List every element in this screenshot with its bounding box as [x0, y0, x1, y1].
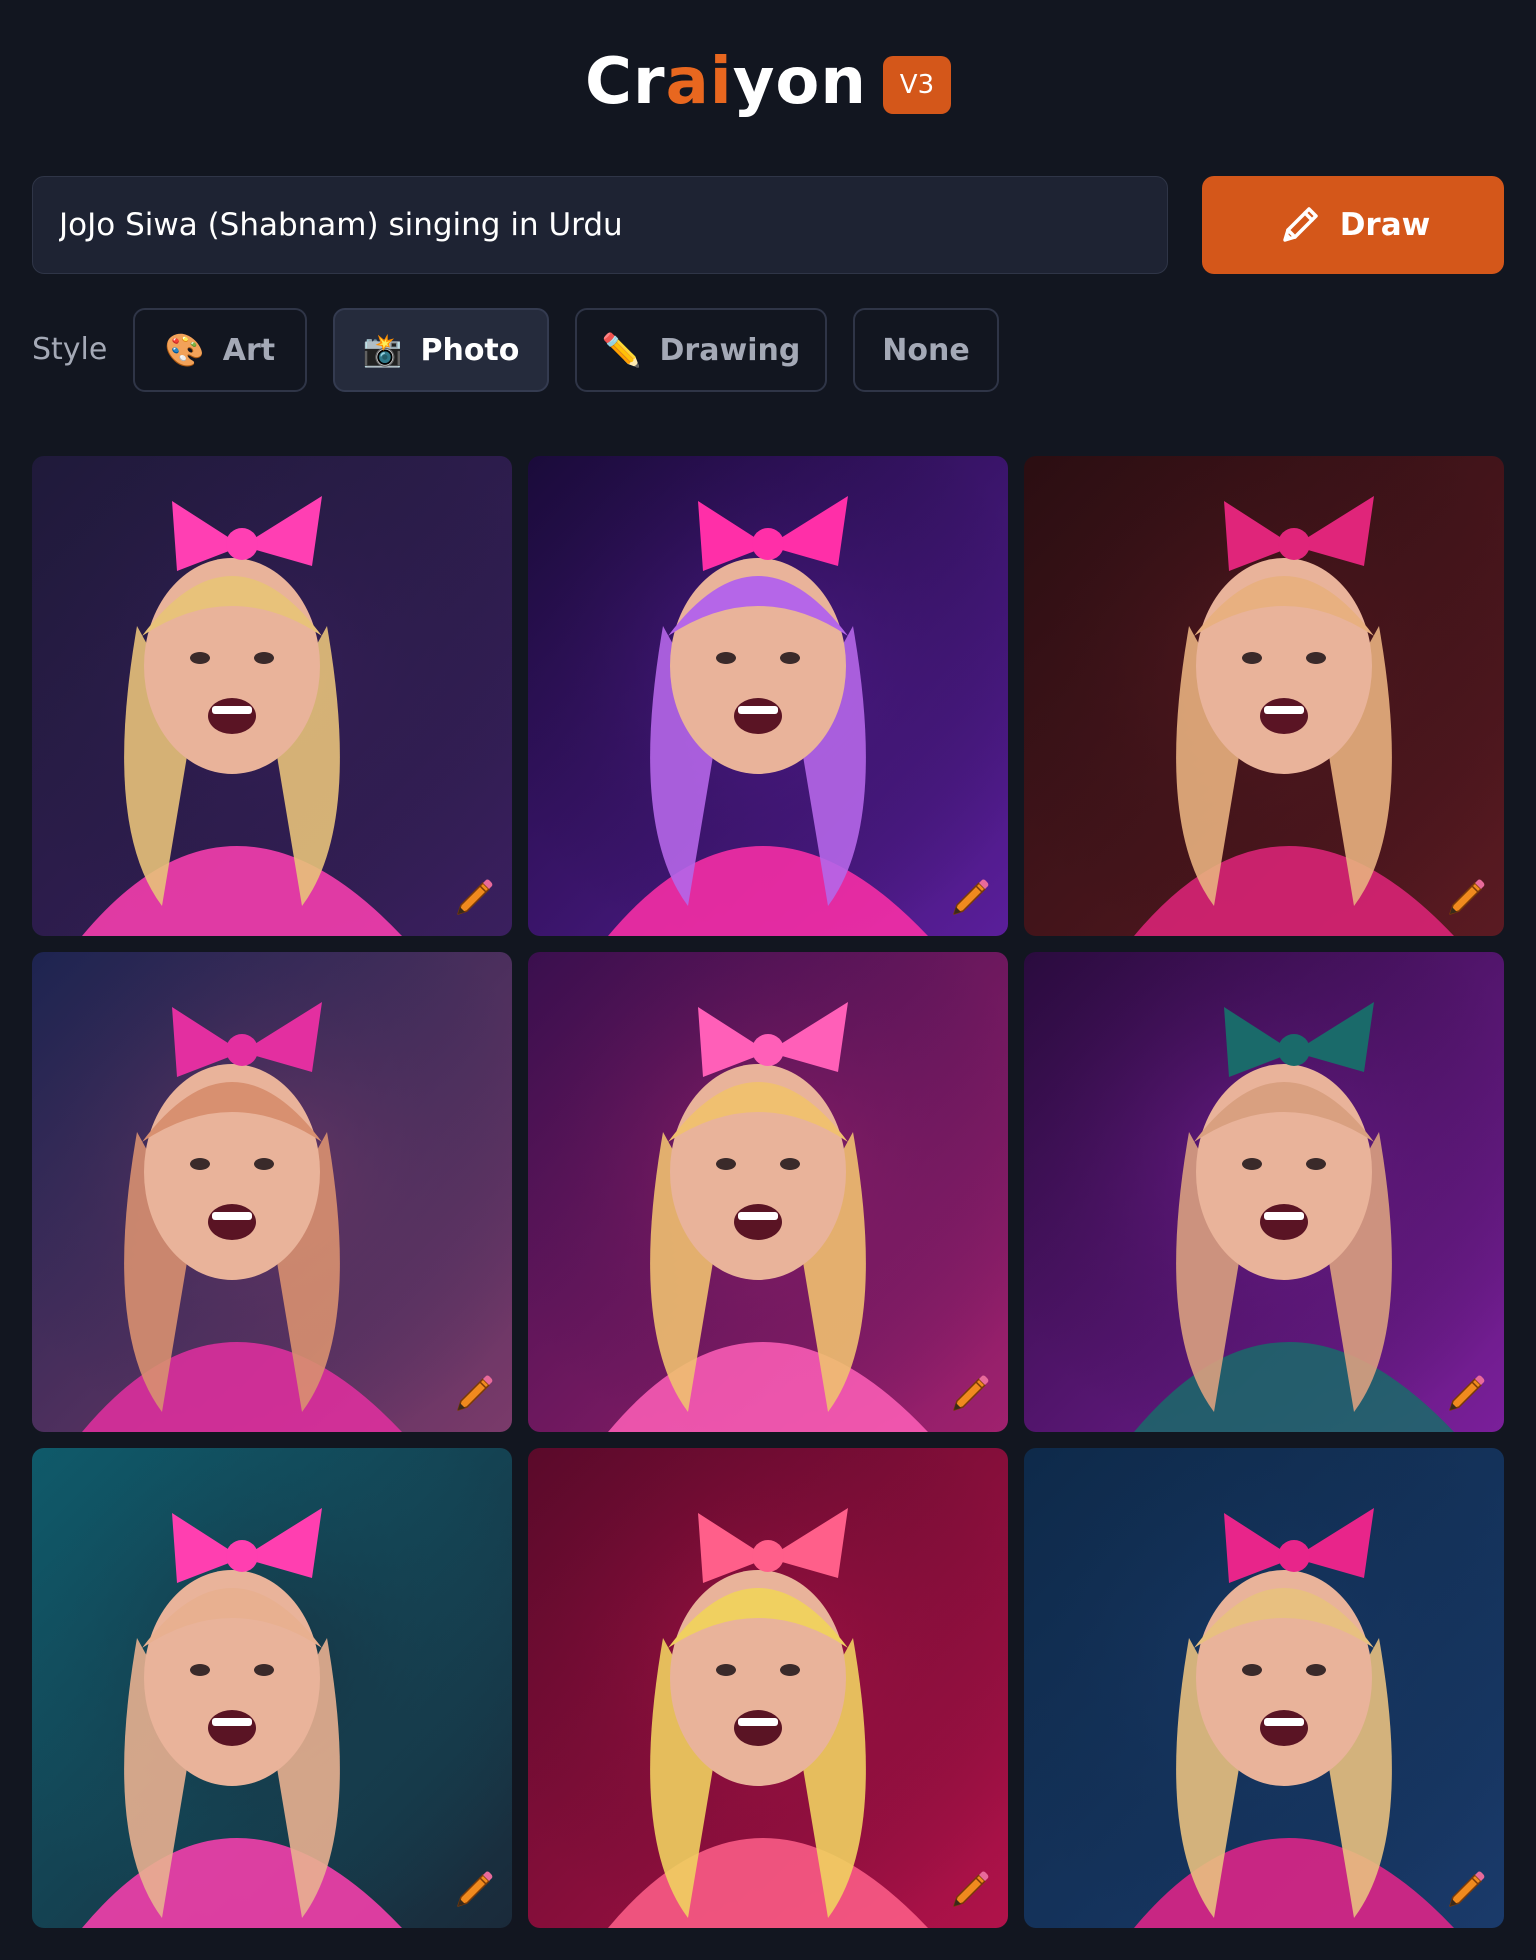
style-option-label: Drawing [659, 332, 801, 368]
draw-button-label: Draw [1339, 207, 1431, 243]
results-grid [32, 456, 1504, 1928]
draw-button[interactable]: Draw [1202, 176, 1504, 274]
style-label: Style [32, 332, 108, 367]
logo-wordmark: Craiyon [585, 44, 867, 120]
style-option-none[interactable]: None [853, 308, 999, 392]
result-image[interactable] [528, 1448, 1008, 1928]
style-option-drawing[interactable]: ✏️ Drawing [575, 308, 827, 392]
palette-icon: 🎨 [164, 331, 205, 369]
result-image[interactable] [32, 1448, 512, 1928]
generated-photo [1024, 456, 1504, 936]
pencil-edit-icon[interactable] [946, 874, 994, 922]
generated-photo [32, 1448, 512, 1928]
style-option-art[interactable]: 🎨 Art [133, 308, 307, 392]
pencil-edit-icon[interactable] [450, 1866, 498, 1914]
generated-photo [528, 952, 1008, 1432]
craiyon-page: Craiyon V3 Draw Style 🎨 Art 📸 Photo ✏️ D… [0, 0, 1536, 1960]
style-option-label: Photo [420, 332, 520, 368]
generated-photo [32, 952, 512, 1432]
pencil-edit-icon[interactable] [450, 874, 498, 922]
result-image[interactable] [1024, 456, 1504, 936]
pencil-edit-icon[interactable] [946, 1866, 994, 1914]
pencil-emoji-icon: ✏️ [601, 331, 642, 369]
generated-photo [528, 456, 1008, 936]
generated-photo [1024, 1448, 1504, 1928]
generated-photo [32, 456, 512, 936]
pencil-edit-icon[interactable] [450, 1370, 498, 1418]
logo-accent: ai [665, 45, 733, 119]
generated-photo [528, 1448, 1008, 1928]
style-option-photo[interactable]: 📸 Photo [333, 308, 549, 392]
pencil-edit-icon[interactable] [1442, 1370, 1490, 1418]
version-badge: V3 [882, 56, 951, 114]
result-image[interactable] [528, 952, 1008, 1432]
result-image[interactable] [528, 456, 1008, 936]
camera-icon: 📸 [362, 331, 403, 369]
pencil-edit-icon[interactable] [1442, 1866, 1490, 1914]
prompt-input[interactable] [32, 176, 1168, 274]
app-logo[interactable]: Craiyon V3 [0, 44, 1536, 120]
style-option-label: None [882, 332, 970, 368]
pencil-edit-icon[interactable] [1442, 874, 1490, 922]
result-image[interactable] [1024, 952, 1504, 1432]
style-option-label: Art [222, 332, 276, 368]
logo-suffix: yon [732, 45, 867, 119]
result-image[interactable] [32, 952, 512, 1432]
logo-prefix: Cr [585, 45, 666, 119]
pencil-edit-icon[interactable] [946, 1370, 994, 1418]
result-image[interactable] [32, 456, 512, 936]
generated-photo [1024, 952, 1504, 1432]
result-image[interactable] [1024, 1448, 1504, 1928]
pencil-icon [1282, 207, 1318, 242]
